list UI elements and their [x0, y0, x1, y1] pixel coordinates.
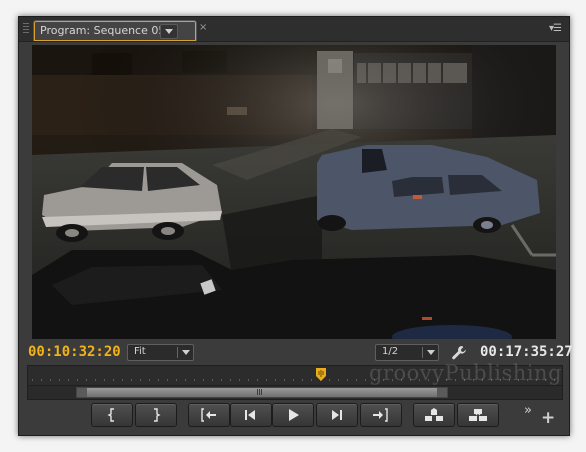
tab-program-sequence[interactable]: Program: Sequence 05	[33, 20, 197, 41]
program-monitor-panel: Program: Sequence 05 × ▾☰ 00:10:32:20 Fi…	[18, 16, 573, 436]
mark-out-button[interactable]	[135, 403, 177, 427]
zoom-thumb-grip	[257, 389, 263, 395]
panel-header: Program: Sequence 05 × ▾☰	[19, 17, 569, 42]
time-ruler-ticks	[32, 379, 558, 381]
close-icon[interactable]: ×	[199, 22, 207, 33]
current-timecode[interactable]: 00:10:32:20	[28, 344, 121, 360]
zoom-handle-right[interactable]	[437, 388, 447, 397]
monitor-controls-row: 00:10:32:20 Fit 1/2 00:17:35:27	[19, 341, 573, 363]
zoom-scroll-thumb[interactable]	[76, 387, 448, 398]
add-button-icon[interactable]: +	[541, 408, 555, 428]
wrench-settings-icon[interactable]	[451, 345, 467, 361]
chevron-down-icon	[427, 350, 435, 355]
zoom-level-value: Fit	[134, 346, 146, 357]
playhead-icon[interactable]	[316, 368, 326, 382]
dropdown-separator	[422, 347, 423, 358]
playback-resolution-value: 1/2	[382, 346, 399, 357]
sequence-dropdown-button[interactable]	[160, 24, 178, 39]
chevron-down-icon	[182, 350, 190, 355]
mark-out-icon	[154, 408, 161, 422]
extract-button[interactable]	[457, 403, 499, 427]
go-to-out-icon	[373, 408, 388, 422]
zoom-scroll-bar[interactable]	[27, 385, 563, 400]
extract-icon	[469, 409, 487, 421]
zoom-handle-left[interactable]	[77, 388, 87, 397]
play-button[interactable]	[272, 403, 314, 427]
step-forward-icon	[332, 410, 342, 420]
lift-button[interactable]	[413, 403, 455, 427]
time-ruler[interactable]	[27, 365, 563, 387]
chevron-down-icon	[165, 29, 173, 34]
play-icon	[289, 409, 299, 421]
tab-label: Program: Sequence 05	[40, 24, 166, 37]
go-to-in-icon	[201, 408, 216, 422]
more-controls-icon[interactable]: »	[524, 403, 532, 418]
duration-timecode: 00:17:35:27	[480, 344, 573, 360]
video-frame[interactable]	[32, 45, 556, 339]
mark-in-icon	[107, 408, 114, 422]
step-back-button[interactable]	[230, 403, 272, 427]
panel-menu-icon[interactable]: ▾☰	[549, 23, 562, 34]
mark-in-button[interactable]	[91, 403, 133, 427]
video-frame-image	[32, 45, 556, 339]
step-back-icon	[245, 410, 255, 420]
playback-resolution-select[interactable]: 1/2	[375, 344, 439, 361]
step-forward-button[interactable]	[316, 403, 358, 427]
zoom-level-select[interactable]: Fit	[127, 344, 194, 361]
go-to-in-button[interactable]	[188, 403, 230, 427]
dropdown-separator	[177, 347, 178, 358]
transport-controls: » +	[19, 403, 569, 428]
go-to-out-button[interactable]	[360, 403, 402, 427]
panel-grip-handle[interactable]	[23, 23, 29, 35]
lift-icon	[425, 408, 443, 421]
